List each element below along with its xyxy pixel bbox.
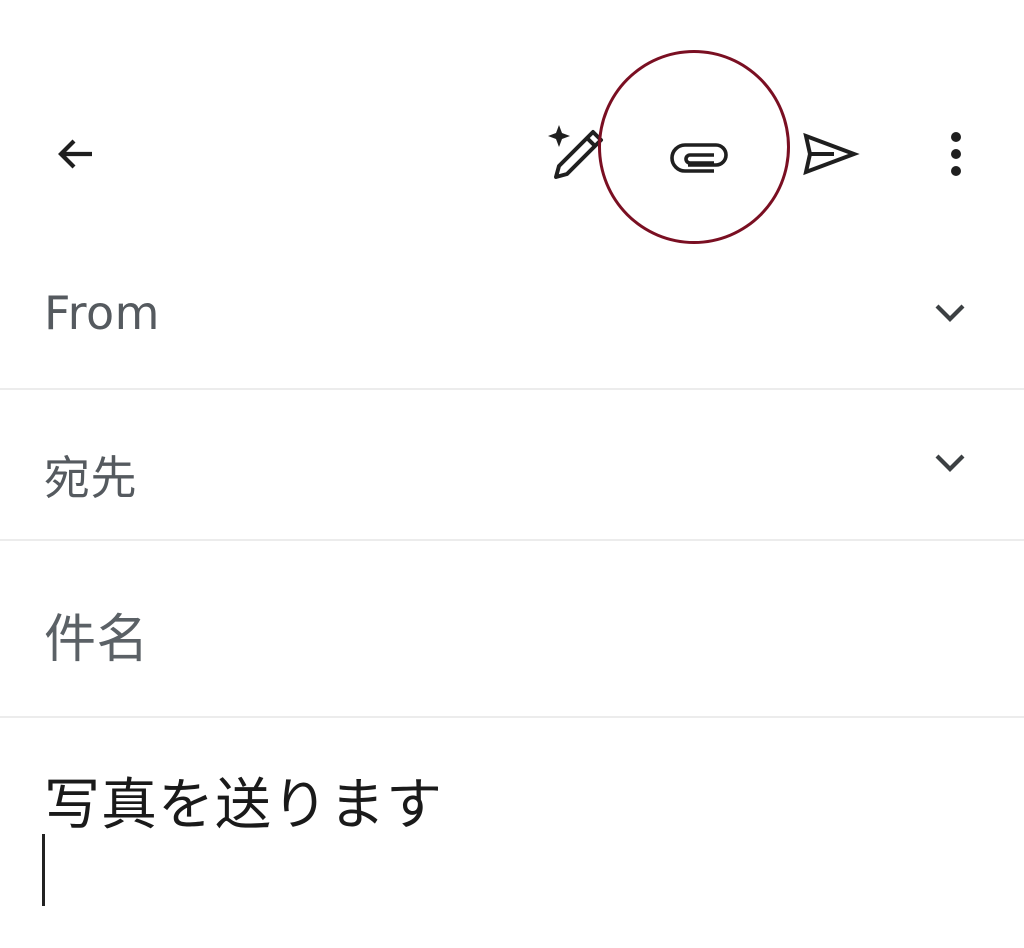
from-expand-button[interactable] xyxy=(928,292,972,336)
subject-placeholder: 件名 xyxy=(44,610,150,670)
chevron-down-icon xyxy=(932,450,968,478)
help-me-write-button[interactable] xyxy=(536,114,616,194)
compose-body[interactable]: 写真を送ります xyxy=(0,718,1024,948)
send-icon xyxy=(800,130,860,178)
paperclip-icon xyxy=(668,134,732,174)
from-field[interactable]: From xyxy=(0,262,1024,390)
more-vertical-icon xyxy=(946,130,966,178)
text-cursor xyxy=(42,834,45,906)
to-expand-button[interactable] xyxy=(928,442,972,486)
back-button[interactable] xyxy=(40,118,112,190)
more-options-button[interactable] xyxy=(926,118,986,190)
top-app-bar xyxy=(0,0,1024,300)
arrow-left-icon xyxy=(52,130,100,178)
attach-file-button[interactable] xyxy=(660,118,740,190)
body-text: 写真を送ります xyxy=(44,773,443,838)
magic-pen-icon xyxy=(541,119,611,189)
to-field[interactable]: 宛先 xyxy=(0,390,1024,541)
to-label: 宛先 xyxy=(44,451,137,505)
subject-field[interactable]: 件名 xyxy=(0,541,1024,718)
from-label: From xyxy=(44,286,160,340)
send-button[interactable] xyxy=(792,118,868,190)
chevron-down-icon xyxy=(932,300,968,328)
